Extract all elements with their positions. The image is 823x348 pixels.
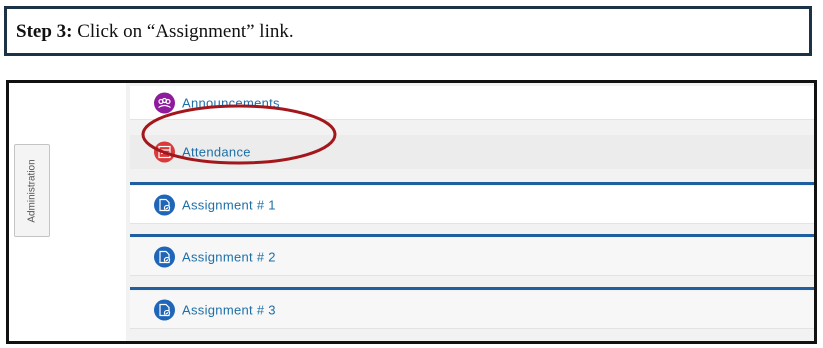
section-divider <box>130 287 814 290</box>
course-item-label: Attendance <box>182 144 251 160</box>
lms-screenshot: Administration Announcements Attendance … <box>6 80 817 344</box>
assignment-icon <box>154 246 175 267</box>
course-item-assignment-2[interactable]: Assignment # 2 <box>130 238 814 276</box>
announcements-icon <box>154 92 175 113</box>
section-divider <box>130 182 814 185</box>
attendance-icon <box>154 141 175 163</box>
course-item-label: Assignment # 2 <box>182 249 276 264</box>
course-item-label: Announcements <box>182 95 280 110</box>
left-pane: Administration <box>9 83 126 341</box>
step-label: Step 3: <box>16 21 73 42</box>
course-item-assignment-3[interactable]: Assignment # 3 <box>130 291 814 329</box>
administration-tab-label: Administration <box>26 158 38 223</box>
course-item-label: Assignment # 1 <box>182 197 276 212</box>
assignment-icon <box>154 194 175 215</box>
instruction-box: Step 3: Click on “Assignment” link. <box>4 6 812 56</box>
assignment-icon <box>154 299 175 320</box>
course-item-label: Assignment # 3 <box>182 302 276 317</box>
administration-tab[interactable]: Administration <box>14 144 50 237</box>
instruction-text: Step 3: Click on “Assignment” link. <box>16 21 294 43</box>
course-item-assignment-1[interactable]: Assignment # 1 <box>130 186 814 224</box>
step-text: Click on “Assignment” link. <box>72 21 294 42</box>
section-divider <box>130 234 814 237</box>
course-item-attendance[interactable]: Attendance <box>130 135 814 169</box>
course-item-announcements[interactable]: Announcements <box>130 86 814 120</box>
